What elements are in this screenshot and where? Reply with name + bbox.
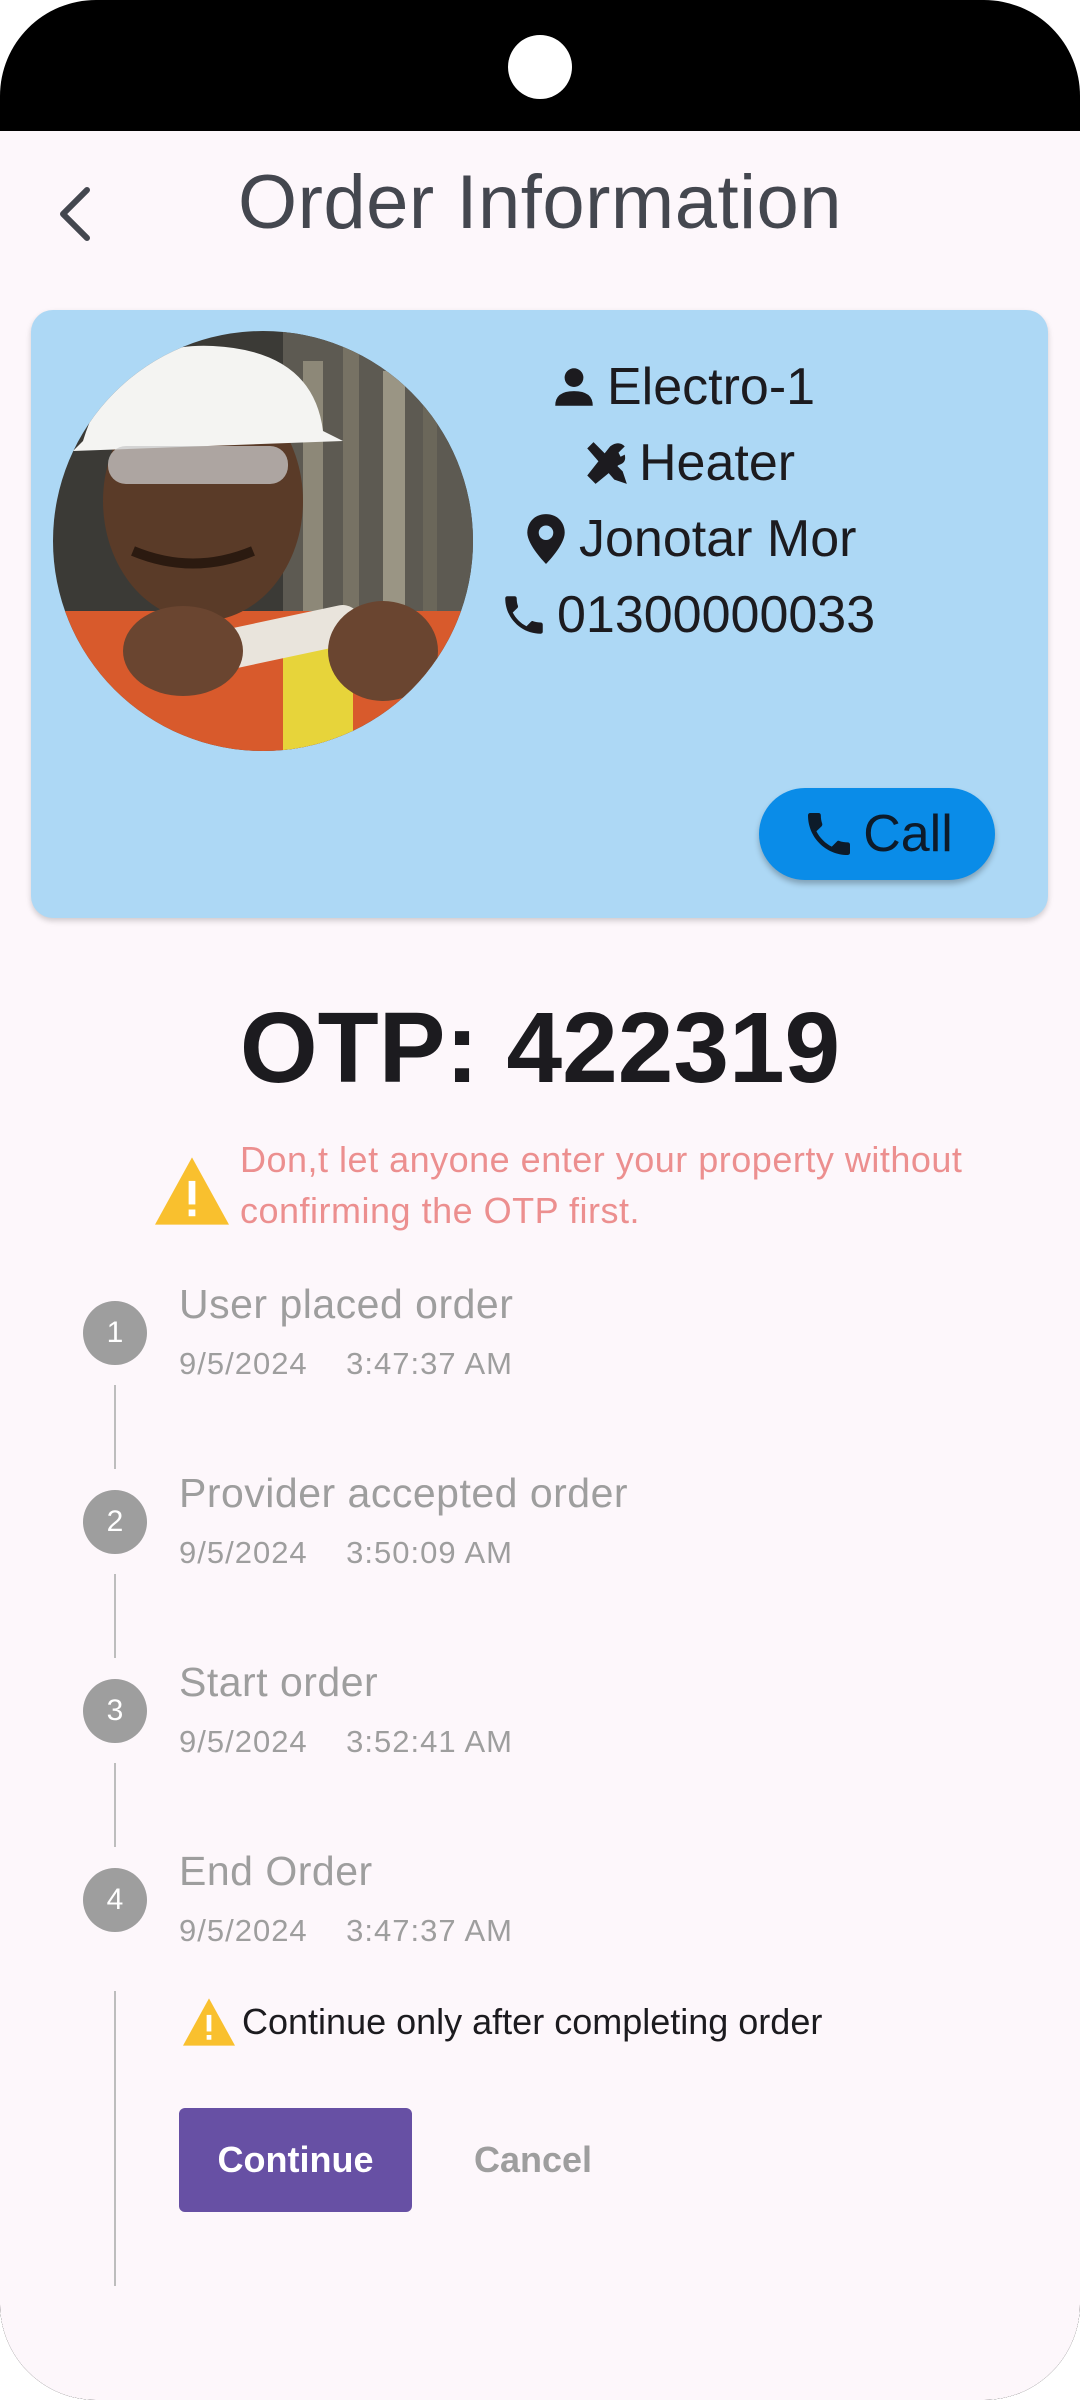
step-3-circle: 3 [83, 1679, 147, 1743]
otp-warning-text: Don,t let anyone enter your property wit… [240, 1139, 963, 1231]
step-connector [114, 1574, 116, 1658]
app-screen: Order Information Electro-1 Heater Jonot… [0, 131, 1080, 2400]
location-row: Jonotar Mor [521, 509, 856, 569]
step-2-circle: 2 [83, 1490, 147, 1554]
service-row: Heater [581, 433, 795, 493]
step-1-time: 9/5/2024 3:47:37 AM [179, 1346, 513, 1381]
step-3-title: Start order [179, 1659, 379, 1705]
step-4-title: End Order [179, 1848, 373, 1894]
warning-icon [183, 1998, 235, 2046]
warning-icon [155, 1157, 229, 1225]
location-name: Jonotar Mor [579, 510, 857, 568]
step-4-note: Continue only after completing order [180, 1996, 822, 2048]
provider-name: Electro-1 [607, 358, 816, 416]
call-button[interactable]: Call [759, 788, 995, 880]
phone-icon [808, 813, 851, 855]
cancel-button[interactable]: Cancel [448, 2108, 618, 2212]
step-content-line [114, 1991, 116, 2286]
phone-icon [505, 596, 543, 634]
step-1-circle: 1 [83, 1301, 147, 1365]
step-4-note-text: Continue only after completing order [242, 2001, 823, 2042]
phone-number: 01300000033 [557, 586, 876, 644]
continue-button[interactable]: Continue [179, 2108, 412, 2212]
front-camera [508, 35, 572, 99]
step-connector [114, 1385, 116, 1469]
page-title: Order Information [237, 160, 843, 245]
step-4-time: 9/5/2024 3:47:37 AM [179, 1913, 513, 1948]
step-1-title: User placed order [179, 1281, 514, 1327]
provider-card: Electro-1 Heater Jonotar Mor 01300000033… [31, 310, 1048, 918]
step-2-time: 9/5/2024 3:50:09 AM [179, 1535, 513, 1570]
service-name: Heater [639, 434, 796, 492]
person-icon [555, 368, 593, 406]
step-2-title: Provider accepted order [179, 1470, 629, 1516]
location-pin-icon [527, 514, 565, 564]
otp-code: OTP: 422319 [239, 992, 841, 1104]
step-connector [114, 1763, 116, 1847]
step-4-circle: 4 [83, 1868, 147, 1932]
tools-icon [587, 442, 627, 484]
call-button-label: Call [863, 805, 953, 863]
otp-warning: Don,t let anyone enter your property wit… [150, 1134, 970, 1236]
phone-row: 01300000033 [499, 585, 875, 645]
phone-frame: Order Information Electro-1 Heater Jonot… [0, 0, 1080, 2400]
step-3-time: 9/5/2024 3:52:41 AM [179, 1724, 513, 1759]
provider-photo [53, 331, 473, 751]
provider-name-row: Electro-1 [549, 357, 815, 417]
